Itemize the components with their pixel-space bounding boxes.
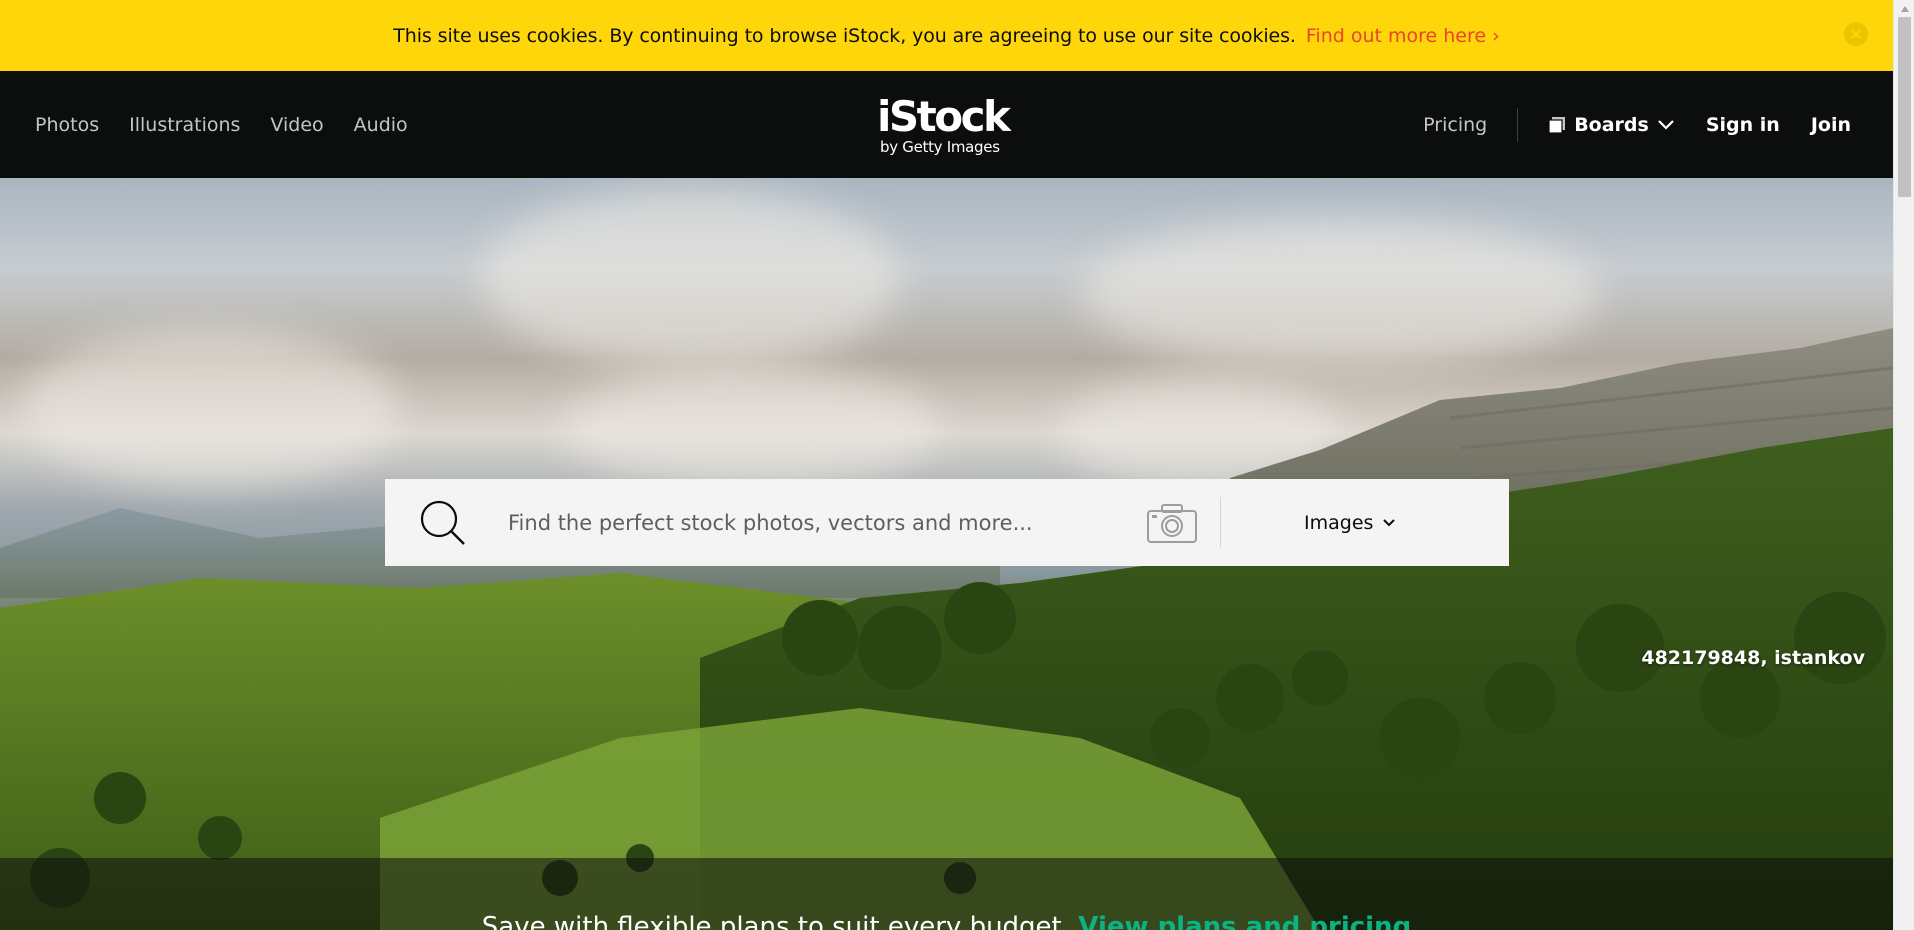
image-credit: 482179848, istankov (1641, 647, 1865, 669)
boards-dropdown[interactable]: Boards (1548, 114, 1675, 136)
cookie-find-out-more-link[interactable]: Find out more here › (1306, 25, 1500, 47)
boards-icon (1548, 116, 1566, 134)
search-bar: Images (385, 479, 1509, 566)
chevron-down-icon (1383, 519, 1396, 527)
search-icon[interactable] (418, 498, 468, 548)
cookie-message: This site uses cookies. By continuing to… (393, 24, 1296, 47)
cookie-banner: This site uses cookies. By continuing to… (0, 0, 1893, 71)
scroll-thumb[interactable] (1898, 17, 1911, 197)
chevron-down-icon (1658, 119, 1674, 130)
media-type-dropdown[interactable]: Images (1304, 511, 1396, 534)
nav-illustrations-link[interactable]: Illustrations (129, 114, 240, 136)
nav-video-link[interactable]: Video (270, 114, 323, 136)
join-link[interactable]: Join (1811, 114, 1851, 136)
sign-in-link[interactable]: Sign in (1706, 114, 1780, 136)
cookie-close-button[interactable] (1844, 22, 1868, 46)
search-divider (1220, 497, 1221, 548)
media-type-label: Images (1304, 511, 1374, 534)
scroll-up-button[interactable] (1894, 0, 1914, 17)
istock-logo[interactable]: iStock by Getty Images (877, 95, 1017, 157)
nav-divider (1517, 107, 1519, 142)
arrow-up-icon (1900, 5, 1909, 12)
logo-tagline: by Getty Images (880, 138, 1000, 156)
logo-wordmark: iStock (877, 92, 1011, 141)
page-scrollbar[interactable] (1893, 0, 1914, 930)
promo-text: Save with flexible plans to suit every b… (481, 912, 1071, 930)
promo-banner: Save with flexible plans to suit every b… (0, 912, 1893, 930)
nav-photos-link[interactable]: Photos (35, 114, 99, 136)
media-type-nav: Photos Illustrations Video Audio (35, 71, 408, 178)
nav-pricing-link[interactable]: Pricing (1423, 114, 1487, 136)
search-input[interactable] (508, 510, 1158, 535)
boards-label: Boards (1574, 113, 1649, 136)
top-navigation: Photos Illustrations Video Audio iStock … (0, 71, 1893, 178)
camera-icon[interactable] (1146, 502, 1198, 544)
close-icon (1851, 29, 1861, 39)
account-nav: Pricing Boards Sign in Join (1423, 71, 1851, 178)
view-plans-link[interactable]: View plans and pricing (1078, 912, 1411, 930)
nav-audio-link[interactable]: Audio (354, 114, 408, 136)
